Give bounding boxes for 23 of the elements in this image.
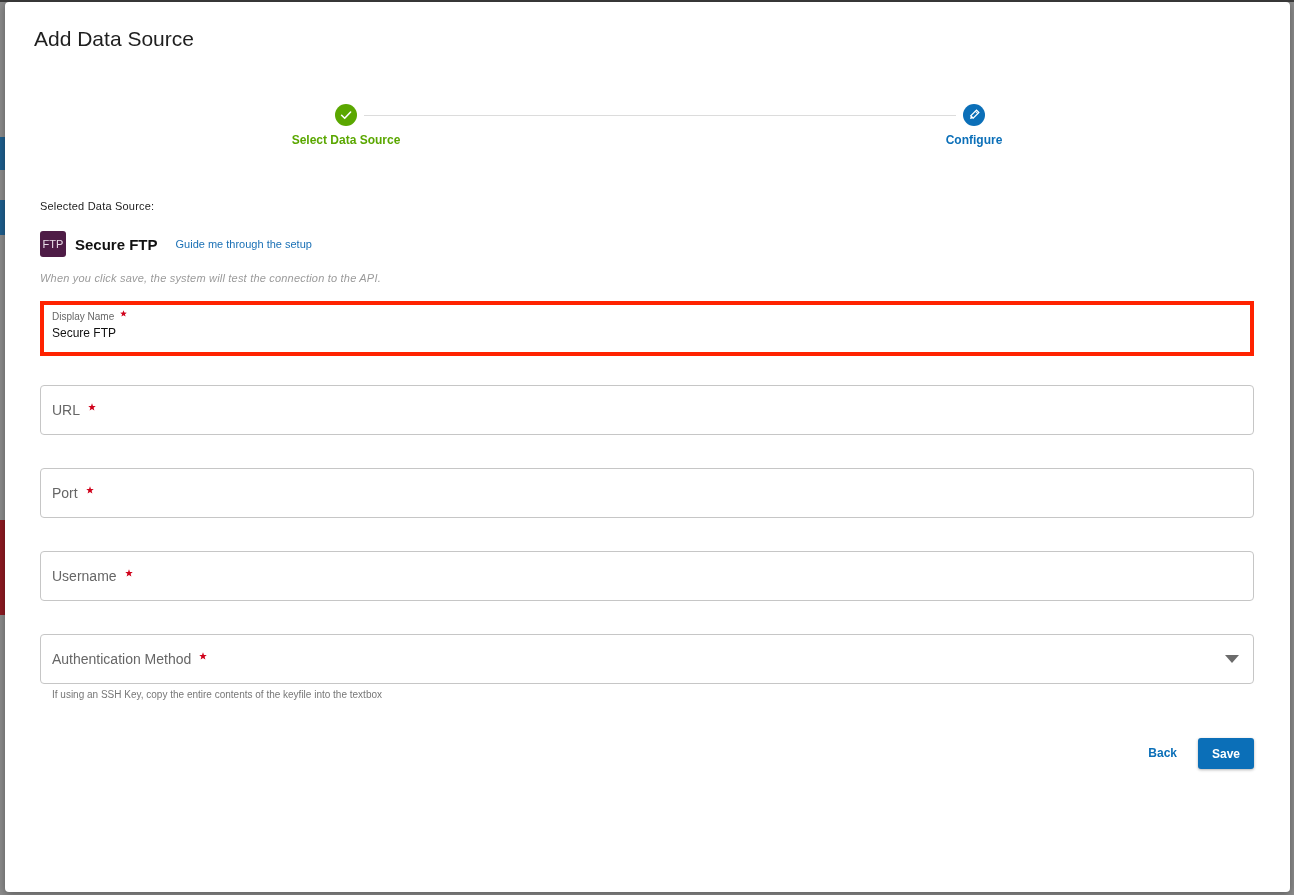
caret-down-icon	[1225, 655, 1239, 663]
step-label: Configure	[945, 132, 1003, 148]
field-label: Port	[52, 484, 78, 502]
field-label: Display Name	[52, 311, 115, 323]
text-field[interactable]: Username	[40, 551, 1254, 601]
primary-button[interactable]: Save	[1198, 738, 1254, 769]
helper-text: If using an SSH Key, copy the entire contents of the keyfile into the textbox	[52, 689, 382, 701]
text-field[interactable]: Port	[40, 468, 1254, 518]
section-label: Selected Data Source:	[40, 199, 155, 213]
field-label: URL	[52, 401, 80, 419]
text-field[interactable]: URL	[40, 385, 1254, 435]
field-label: Authentication Method	[52, 650, 192, 668]
guide-link[interactable]: Guide me through the setup	[175, 238, 312, 250]
select-field[interactable]: Authentication Method	[40, 634, 1254, 684]
info-note: When you click save, the system will test the connection to the API.	[40, 271, 381, 285]
field-value: Secure FTP	[52, 326, 117, 341]
step-label: Select Data Source	[291, 132, 401, 148]
text-field[interactable]: Display Name Secure FTP	[40, 301, 1254, 356]
field-label: Username	[52, 567, 117, 585]
source-name: Secure FTP	[75, 235, 158, 253]
text-button[interactable]: Back	[1148, 746, 1177, 761]
source-logo: FTP	[40, 231, 66, 257]
dialog-title: Add Data Source	[34, 27, 194, 51]
